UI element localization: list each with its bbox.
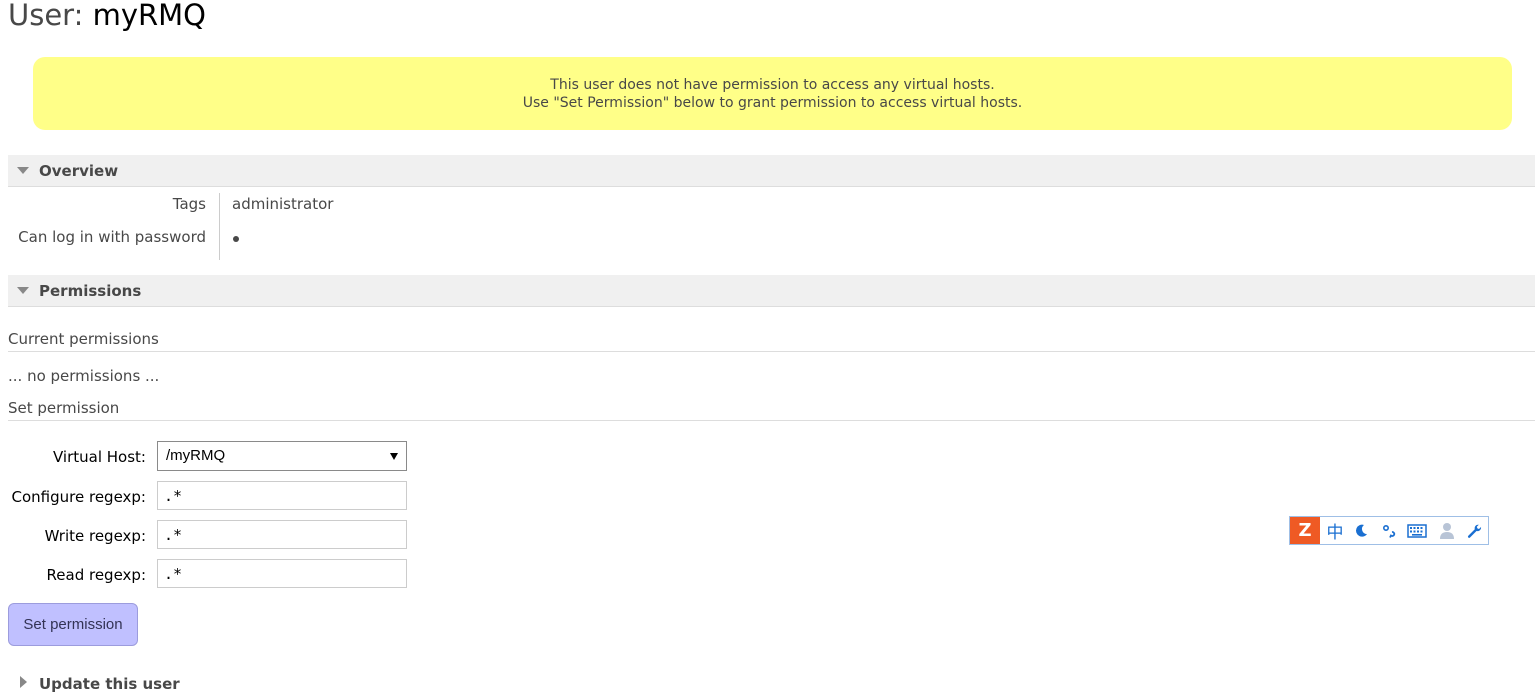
page-title: User: myRMQ bbox=[8, 0, 206, 32]
current-permissions-heading: Current permissions bbox=[8, 330, 1535, 352]
write-regexp-input[interactable] bbox=[157, 520, 407, 549]
warning-banner: This user does not have permission to ac… bbox=[33, 57, 1512, 130]
chinese-mode-char: 中 bbox=[1326, 523, 1344, 543]
permissions-section-toggle[interactable]: Permissions bbox=[8, 275, 1535, 307]
warning-line-2: Use "Set Permission" below to grant perm… bbox=[522, 95, 1023, 111]
punctuation-icon[interactable] bbox=[1376, 517, 1402, 544]
tags-label: Tags bbox=[172, 195, 206, 213]
set-permission-heading-text: Set permission bbox=[8, 399, 120, 417]
update-user-header-label: Update this user bbox=[39, 675, 180, 693]
ime-logo-text: Z bbox=[1298, 520, 1312, 541]
configure-regexp-label: Configure regexp: bbox=[11, 488, 146, 506]
vhost-select[interactable]: /myRMQ bbox=[157, 441, 407, 471]
dropdown-arrow-icon bbox=[390, 453, 398, 460]
write-regexp-label: Write regexp: bbox=[44, 527, 146, 545]
chinese-mode-icon[interactable]: 中 bbox=[1322, 517, 1348, 544]
overview-header-label: Overview bbox=[39, 162, 119, 180]
overview-section-toggle[interactable]: Overview bbox=[8, 155, 1535, 187]
current-permissions-heading-text: Current permissions bbox=[8, 330, 159, 348]
set-permission-heading: Set permission bbox=[8, 399, 1535, 421]
vhost-label: Virtual Host: bbox=[53, 448, 146, 466]
user-icon[interactable] bbox=[1434, 517, 1460, 544]
read-regexp-input[interactable] bbox=[157, 559, 407, 588]
tags-value: administrator bbox=[232, 195, 334, 213]
moon-icon[interactable] bbox=[1348, 517, 1374, 544]
vhost-select-value: /myRMQ bbox=[166, 447, 226, 464]
permissions-header-label: Permissions bbox=[39, 282, 142, 300]
no-permissions-text: ... no permissions ... bbox=[8, 367, 160, 385]
read-regexp-label: Read regexp: bbox=[46, 566, 146, 584]
expanded-triangle-icon bbox=[17, 167, 29, 174]
page-title-prefix: User: bbox=[8, 0, 84, 32]
warning-line-1: This user does not have permission to ac… bbox=[550, 77, 995, 93]
update-user-section-toggle[interactable]: Update this user bbox=[8, 667, 1535, 698]
wrench-icon[interactable] bbox=[1462, 517, 1488, 544]
keyboard-icon[interactable] bbox=[1404, 517, 1430, 544]
table-divider bbox=[219, 193, 220, 260]
ime-toolbar: Z 中 bbox=[1289, 516, 1489, 545]
can-login-label: Can log in with password bbox=[18, 228, 206, 246]
can-login-bullet bbox=[233, 236, 239, 242]
page-title-username: myRMQ bbox=[92, 0, 207, 32]
configure-regexp-input[interactable] bbox=[157, 481, 407, 510]
set-permission-button[interactable]: Set permission bbox=[8, 603, 138, 646]
collapsed-triangle-icon bbox=[20, 676, 27, 688]
expanded-triangle-icon bbox=[17, 287, 29, 294]
sogou-logo-icon[interactable]: Z bbox=[1290, 517, 1320, 544]
